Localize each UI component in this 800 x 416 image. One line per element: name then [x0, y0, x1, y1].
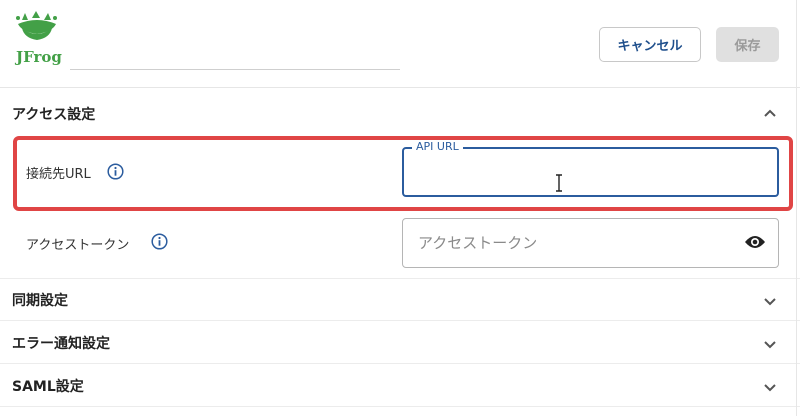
url-label: 接続先URL — [26, 167, 91, 182]
access-token-input[interactable] — [418, 229, 728, 257]
section-title-error-notify[interactable]: エラー通知設定 — [12, 333, 110, 353]
eye-icon[interactable] — [744, 234, 766, 250]
cancel-button[interactable]: キャンセル — [599, 27, 701, 62]
name-input[interactable] — [70, 20, 400, 70]
divider — [0, 278, 800, 279]
text-cursor-icon — [556, 174, 562, 192]
chevron-down-icon[interactable] — [762, 293, 778, 309]
panel-edge — [796, 0, 797, 416]
section-title-sync[interactable]: 同期設定 — [12, 290, 68, 310]
divider — [0, 363, 800, 364]
url-field-legend: API URL — [412, 140, 463, 153]
jfrog-logo: JFrog — [14, 11, 62, 66]
chevron-down-icon[interactable] — [762, 379, 778, 395]
section-title-saml[interactable]: SAML設定 — [12, 376, 84, 396]
save-button[interactable]: 保存 — [716, 27, 779, 62]
section-title-access[interactable]: アクセス設定 — [12, 104, 95, 124]
api-url-input[interactable] — [412, 160, 767, 188]
chevron-up-icon[interactable] — [762, 106, 778, 122]
divider — [0, 406, 800, 407]
token-label: アクセストークン — [26, 238, 130, 253]
info-icon[interactable] — [151, 233, 168, 250]
info-icon[interactable] — [107, 163, 124, 180]
header: JFrog キャンセル 保存 — [0, 0, 800, 88]
chevron-down-icon[interactable] — [762, 336, 778, 352]
svg-text:JFrog: JFrog — [14, 48, 62, 66]
divider — [0, 320, 800, 321]
